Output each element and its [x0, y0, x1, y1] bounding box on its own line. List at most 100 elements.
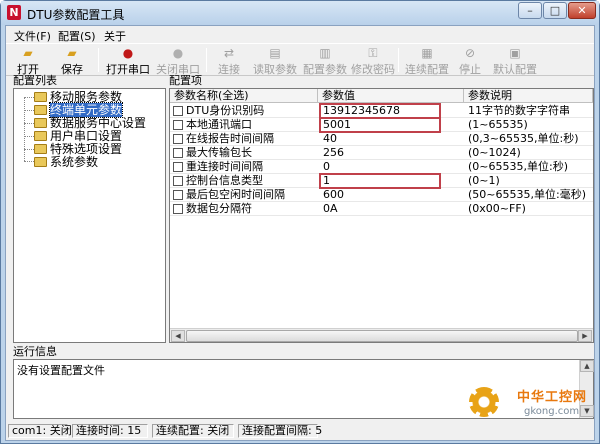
tree-item-label: 特殊选项设置 — [50, 142, 123, 156]
menu-about[interactable]: 关于 — [104, 28, 126, 44]
stop-icon: ⊘ — [464, 46, 476, 60]
table-row[interactable]: 重连接时间间隔 0 (0~65535,单位:秒) — [170, 160, 593, 174]
read-params-button[interactable]: ▤ 读取参数 — [250, 45, 300, 76]
table-row[interactable]: 在线报告时间间隔 40 (0,3~65535,单位:秒) — [170, 132, 593, 146]
menu-bar: 文件(F) 配置(S) 关于 — [6, 26, 594, 43]
row-checkbox[interactable] — [173, 162, 183, 172]
tree-item-terminal[interactable]: 终端单元参数 — [34, 102, 124, 118]
menu-config[interactable]: 配置(S) — [58, 28, 96, 44]
tree-item-label: 用户串口设置 — [50, 129, 123, 143]
tree-item-data-center[interactable]: 数据服务中心设置 — [34, 116, 146, 130]
folder-open-icon: ▰ — [23, 46, 33, 60]
row-checkbox[interactable] — [173, 204, 183, 214]
stop-button[interactable]: ⊘ 停止 — [456, 45, 484, 76]
folder-icon — [34, 92, 47, 102]
param-desc: (0x00~FF) — [468, 202, 526, 215]
watermark: 中华工控网 gkong.com — [469, 382, 591, 422]
row-checkbox[interactable] — [173, 148, 183, 158]
open-port-button[interactable]: ● 打开串口 — [104, 45, 152, 76]
close-icon: ✕ — [577, 4, 587, 17]
window-title: DTU参数配置工具 — [27, 8, 125, 22]
row-checkbox[interactable] — [173, 176, 183, 186]
param-name: 数据包分隔符 — [186, 202, 252, 215]
table-row[interactable]: 本地通讯端口 5001 (1~65535) — [170, 117, 593, 133]
param-desc: (0~1) — [468, 174, 500, 187]
default-config-label: 默认配置 — [493, 63, 537, 76]
save-button[interactable]: ▰ 保存 — [56, 45, 88, 76]
close-port-button[interactable]: ● 关闭串口 — [154, 45, 202, 76]
watermark-url: gkong.com — [524, 406, 580, 417]
tree-line — [24, 97, 34, 98]
param-name: 最大传输包长 — [186, 146, 252, 159]
toolbar-separator — [398, 48, 399, 72]
tree-item-label: 系统参数 — [50, 155, 99, 169]
save-label: 保存 — [61, 63, 83, 76]
column-header-name[interactable]: 参数名称(全选) — [170, 89, 318, 103]
maximize-icon: □ — [549, 4, 561, 17]
table-row[interactable]: 控制台信息类型 1 (0~1) — [170, 173, 593, 189]
scroll-right-icon[interactable]: ▶ — [578, 330, 592, 342]
gray-record-icon: ● — [172, 46, 184, 60]
table-row[interactable]: 最后包空闲时间间隔 600 (50~65535,单位:毫秒) — [170, 188, 593, 202]
param-value[interactable]: 0A — [320, 202, 440, 216]
scroll-left-icon[interactable]: ◀ — [171, 330, 185, 342]
column-header-desc[interactable]: 参数说明 — [464, 89, 593, 103]
status-interval: 连接配置间隔: 5 — [238, 424, 322, 438]
minimize-button[interactable]: – — [518, 2, 542, 19]
table-row[interactable]: 最大传输包长 256 (0~1024) — [170, 146, 593, 160]
tree-item-special[interactable]: 特殊选项设置 — [34, 142, 122, 156]
tree-item-mobile[interactable]: 移动服务参数 — [34, 90, 122, 104]
column-header-value[interactable]: 参数值 — [318, 89, 464, 103]
row-checkbox[interactable] — [173, 190, 183, 200]
param-value[interactable]: 1 — [319, 173, 441, 189]
connect-label: 连接 — [218, 63, 240, 76]
toolbar-separator — [206, 48, 207, 72]
tree-item-label: 数据服务中心设置 — [50, 116, 147, 130]
toolbar-separator — [98, 48, 99, 72]
param-value[interactable]: 0 — [320, 160, 440, 174]
param-desc: (1~65535) — [468, 118, 528, 131]
tree-line — [24, 110, 34, 111]
folder-icon — [34, 118, 47, 128]
table-row[interactable]: DTU身份识别码 13912345678 11字节的数字字符串 — [170, 103, 593, 119]
folder-icon — [34, 131, 47, 141]
tree-item-serial[interactable]: 用户串口设置 — [34, 129, 122, 143]
toolbar: ▰ 打开 ▰ 保存 ● 打开串口 ● 关闭串口 ⇄ 连接 ▤ 读取参数 ▥ 配置参数 ⚿ 修改密… — [6, 43, 594, 76]
tree-line — [24, 149, 34, 150]
title-bar[interactable]: N DTU参数配置工具 – □ ✕ — [1, 1, 599, 25]
param-value[interactable]: 5001 — [319, 117, 441, 133]
menu-file[interactable]: 文件(F) — [14, 28, 51, 44]
param-value[interactable]: 40 — [320, 132, 440, 146]
scroll-thumb[interactable] — [186, 330, 578, 342]
param-value[interactable]: 13912345678 — [319, 103, 441, 119]
tree-item-system[interactable]: 系统参数 — [34, 155, 98, 169]
default-config-button[interactable]: ▣ 默认配置 — [490, 45, 540, 76]
row-checkbox[interactable] — [173, 134, 183, 144]
key-icon: ⚿ — [368, 46, 378, 60]
param-value[interactable]: 600 — [320, 188, 440, 202]
param-name: 最后包空闲时间间隔 — [186, 188, 285, 201]
continuous-config-button[interactable]: ▦ 连续配置 — [402, 45, 452, 76]
log-title: 运行信息 — [13, 345, 57, 358]
maximize-button[interactable]: □ — [543, 2, 567, 19]
change-password-label: 修改密码 — [351, 63, 395, 76]
default-icon: ▣ — [509, 46, 521, 60]
connect-button[interactable]: ⇄ 连接 — [212, 45, 246, 76]
scroll-up-icon[interactable]: ▲ — [580, 360, 594, 372]
param-name: 在线报告时间间隔 — [186, 132, 274, 145]
row-checkbox[interactable] — [173, 106, 183, 116]
horizontal-scrollbar[interactable]: ◀ ▶ — [170, 328, 593, 342]
config-params-button[interactable]: ▥ 配置参数 — [300, 45, 350, 76]
param-name: DTU身份识别码 — [186, 104, 265, 117]
open-button[interactable]: ▰ 打开 — [12, 45, 44, 76]
status-bar: com1: 关闭 连接时间: 15 连续配置: 关闭 连接配置间隔: 5 — [6, 422, 594, 440]
close-button[interactable]: ✕ — [568, 2, 596, 19]
status-connect-time: 连接时间: 15 — [72, 424, 148, 438]
param-value[interactable]: 256 — [320, 146, 440, 160]
config-tree: 移动服务参数 终端单元参数 数据服务中心设置 用户串口设置 特殊选项设置 系统参… — [13, 88, 166, 343]
open-port-label: 打开串口 — [106, 63, 150, 76]
row-checkbox[interactable] — [173, 120, 183, 130]
connect-icon: ⇄ — [223, 46, 235, 60]
table-row[interactable]: 数据包分隔符 0A (0x00~FF) — [170, 202, 593, 216]
change-password-button[interactable]: ⚿ 修改密码 — [348, 45, 398, 76]
